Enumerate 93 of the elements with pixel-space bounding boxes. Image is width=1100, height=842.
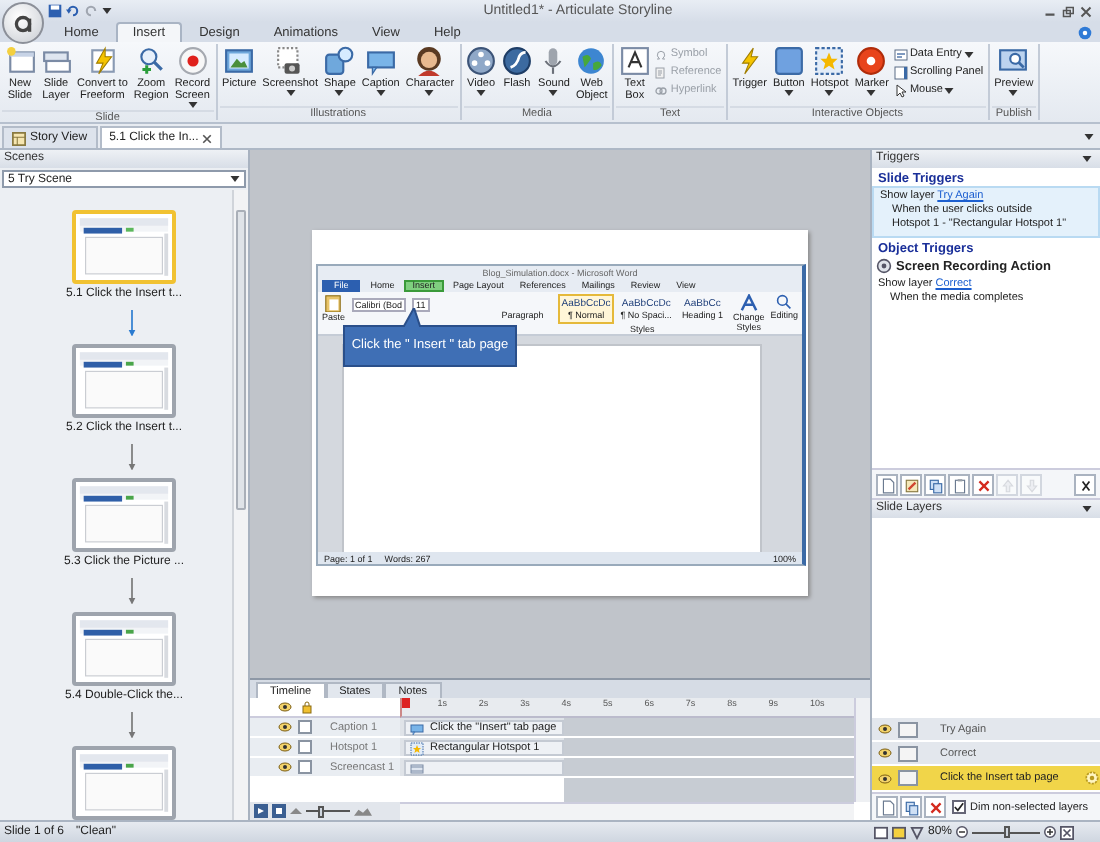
slide-thumbnail[interactable] — [72, 344, 176, 418]
scrollbar[interactable] — [232, 190, 248, 820]
close-icon[interactable] — [202, 133, 213, 143]
save-icon[interactable] — [48, 4, 62, 18]
up-arrow-icon — [999, 477, 1015, 493]
camera-icon — [275, 46, 306, 76]
logo-icon — [12, 12, 34, 34]
slide-view-icon[interactable] — [892, 825, 906, 839]
shapes-icon — [324, 46, 355, 76]
record-icon — [177, 46, 208, 76]
slide-icon — [5, 46, 35, 76]
connector-arrow — [128, 711, 136, 738]
preview-icon[interactable] — [910, 825, 924, 839]
lock-checkbox[interactable] — [298, 720, 312, 734]
preview-icon — [998, 46, 1029, 76]
person-icon — [414, 46, 445, 76]
normal-view-icon[interactable] — [874, 825, 888, 839]
connector-arrow — [128, 577, 136, 604]
globe-icon — [576, 46, 607, 76]
zoom-out-icon[interactable] — [956, 826, 969, 838]
layers-icon — [41, 46, 71, 76]
caret-icon — [102, 8, 112, 14]
text-box-icon — [619, 46, 650, 76]
copy-icon — [927, 477, 943, 493]
styles-icon — [739, 294, 758, 312]
slide-thumbnail[interactable] — [72, 746, 176, 820]
find-icon — [776, 294, 793, 310]
visibility-icon — [278, 720, 292, 734]
variable-icon — [1077, 477, 1093, 493]
visibility-icon — [878, 722, 892, 736]
omega-icon — [654, 47, 669, 61]
pencil-icon — [903, 477, 919, 493]
scrollbar[interactable] — [854, 698, 870, 802]
storyboard-icon — [12, 131, 26, 145]
undo-icon[interactable] — [66, 4, 80, 18]
form-icon — [893, 47, 908, 61]
stop-icon — [276, 808, 282, 814]
slide-thumbnail[interactable] — [72, 210, 176, 284]
lightning-icon — [87, 46, 118, 76]
button-icon — [773, 46, 804, 76]
cursor-icon — [893, 83, 908, 97]
caret-icon — [1082, 506, 1092, 512]
picture-icon — [224, 46, 255, 76]
zoom-slider[interactable] — [972, 826, 1041, 838]
scrollbar[interactable] — [400, 802, 854, 820]
slide-thumbnail[interactable] — [72, 612, 176, 686]
gear-icon — [1084, 770, 1100, 786]
copy-icon — [903, 799, 919, 815]
lock-checkbox[interactable] — [298, 740, 312, 754]
flash-icon — [502, 46, 533, 76]
visibility-icon — [278, 700, 292, 714]
hotspot-icon — [814, 46, 845, 76]
document-icon — [879, 799, 895, 815]
slide-thumbnail[interactable] — [72, 478, 176, 552]
recording-icon — [876, 258, 892, 274]
down-arrow-icon — [1023, 477, 1039, 493]
connector-arrow — [128, 443, 136, 470]
magnifier-icon — [136, 46, 167, 76]
film-reel-icon — [466, 46, 497, 76]
stop-button[interactable] — [272, 804, 286, 818]
zoom-in-icon[interactable] — [1044, 826, 1057, 838]
connector-arrow — [128, 309, 136, 336]
visibility-icon — [878, 771, 892, 785]
play-icon — [258, 808, 264, 814]
marker-icon — [856, 46, 887, 76]
checkmark-icon — [954, 802, 964, 812]
delete-icon — [975, 477, 991, 493]
link-icon — [654, 83, 669, 97]
restore-icon[interactable] — [1062, 5, 1074, 17]
lock-checkbox[interactable] — [298, 760, 312, 774]
reference-icon — [654, 65, 669, 79]
film-icon — [410, 761, 424, 775]
caption-icon — [365, 46, 396, 76]
close-icon[interactable] — [1080, 5, 1092, 17]
delete-icon — [927, 799, 943, 815]
visibility-icon — [878, 746, 892, 760]
play-button[interactable] — [254, 804, 268, 818]
caret-icon — [230, 176, 240, 182]
checkbox[interactable] — [952, 800, 966, 814]
clipboard-icon — [951, 477, 967, 493]
toolbar-button[interactable] — [1074, 474, 1096, 496]
zoom-slider[interactable] — [306, 805, 350, 817]
panel-icon — [893, 65, 908, 79]
document-icon — [879, 477, 895, 493]
visibility-icon — [278, 740, 292, 754]
lock-icon — [300, 700, 314, 714]
caret-icon — [1084, 134, 1094, 140]
fit-icon[interactable] — [1060, 825, 1075, 839]
visibility-icon — [278, 760, 292, 774]
caret-icon — [1082, 156, 1092, 162]
caption-icon — [410, 721, 424, 735]
help-icon[interactable] — [1078, 25, 1092, 39]
hotspot-icon — [410, 741, 424, 755]
